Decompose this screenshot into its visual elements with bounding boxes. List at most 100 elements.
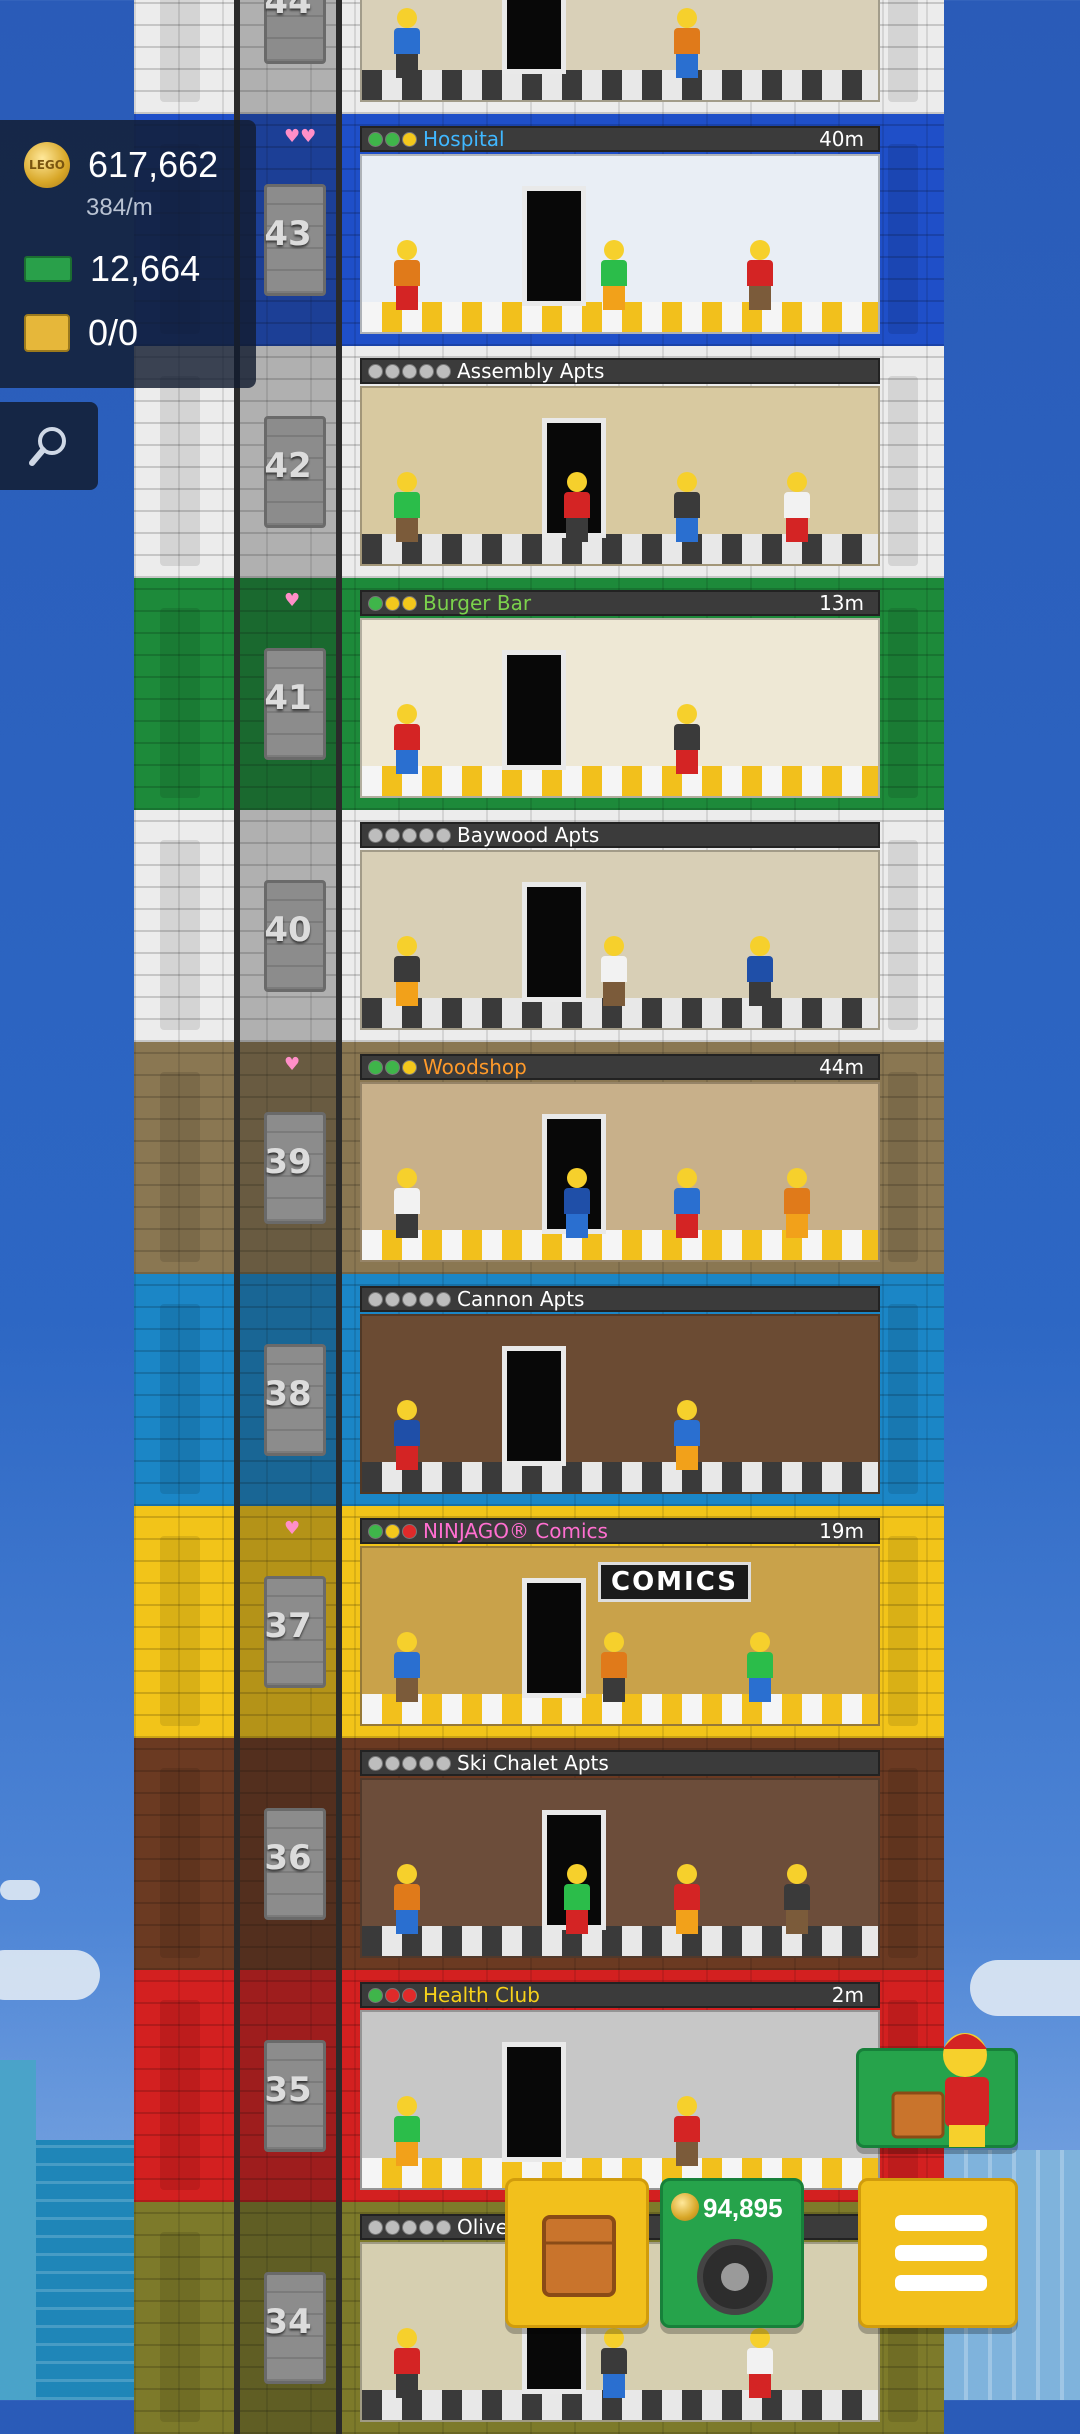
room-timer: 44m [819,1055,864,1079]
status-dot [436,2219,451,2235]
wall-pillar [160,1768,200,1958]
minifigure[interactable] [599,2328,629,2398]
minifigure[interactable] [392,704,422,774]
room[interactable]: NINJAGO® Comics 19m COMICS [360,1518,880,1726]
minifigure[interactable] [392,1632,422,1702]
room-title-bar: Health Club 2m [360,1982,880,2008]
floor-41[interactable]: 41 ♥ Burger Bar 13m [134,578,944,810]
status-dot [402,131,417,147]
room-door [502,0,566,74]
minifigure[interactable] [672,1168,702,1238]
room[interactable]: Piano Apts [360,0,880,102]
minifigure[interactable] [562,472,592,542]
floor-number: 40 [264,910,312,950]
minifigure[interactable] [599,240,629,310]
room-name: Assembly Apts [457,359,605,383]
floor-36[interactable]: 36 Ski Chalet Apts [134,1738,944,1970]
room-scene: COMICS [360,1546,880,1726]
floor-40[interactable]: 40 Baywood Apts [134,810,944,1042]
minifigure[interactable] [745,936,775,1006]
minifigure[interactable] [599,1632,629,1702]
menu-button[interactable] [858,2178,1018,2328]
floor-number: 44 [264,0,312,22]
bux-icon [24,256,72,282]
minifigure[interactable] [672,2096,702,2166]
wall-pillar [160,2232,200,2422]
floor-number: 38 [264,1374,312,1414]
room-timer: 13m [819,591,864,615]
status-dot [402,1523,417,1539]
room-title-bar: Woodshop 44m [360,1054,880,1080]
status-dot [368,2219,383,2235]
wall-pillar [888,608,918,798]
status-dot [402,1987,417,2003]
status-dot [385,1059,400,1075]
minifigure[interactable] [782,1864,812,1934]
wall-pillar [888,1768,918,1958]
vehicle-price: 94,895 [703,2193,783,2223]
status-dot [385,2219,400,2235]
room-scene [360,1778,880,1958]
minifigure[interactable] [392,936,422,1006]
minifigure[interactable] [392,1400,422,1470]
minifigure[interactable] [745,2328,775,2398]
room-scene [360,386,880,566]
minifigure[interactable] [562,1168,592,1238]
search-icon [29,427,66,466]
room[interactable]: Hospital 40m [360,126,880,334]
floor-37[interactable]: 37 ♥ NINJAGO® Comics 19m COMICS [134,1506,944,1738]
minifigure[interactable] [782,472,812,542]
minifigure[interactable] [392,1864,422,1934]
room[interactable]: Baywood Apts [360,822,880,1030]
minifigure[interactable] [392,1168,422,1238]
wall-pillar [888,1536,918,1726]
minifigure[interactable] [392,472,422,542]
minifigure[interactable] [599,936,629,1006]
minifigure[interactable] [782,1168,812,1238]
floor-35[interactable]: 35 Health Club 2m [134,1970,944,2202]
search-button[interactable] [0,402,98,490]
build-button[interactable] [505,2178,649,2328]
minifigure[interactable] [562,1864,592,1934]
minifigure[interactable] [672,1864,702,1934]
minifigure[interactable] [672,704,702,774]
room[interactable]: Burger Bar 13m [360,590,880,798]
minifigure[interactable] [745,240,775,310]
cloud [0,1880,40,1900]
status-dot [419,1755,434,1771]
room[interactable]: Health Club 2m [360,1982,880,2190]
room[interactable]: Assembly Apts [360,358,880,566]
minifigure[interactable] [392,240,422,310]
wall-pillar [160,1536,200,1726]
room-door [502,2042,566,2162]
room[interactable]: Ski Chalet Apts [360,1750,880,1958]
room[interactable]: Woodshop 44m [360,1054,880,1262]
wall-pillar [888,1304,918,1494]
star-dots [368,595,417,611]
cloud [970,1960,1080,2016]
minifigure[interactable] [745,1632,775,1702]
crate-icon [24,314,70,352]
worker-button[interactable] [856,2033,1018,2148]
room-scene [360,1314,880,1494]
floor-39[interactable]: 39 ♥ Woodshop 44m [134,1042,944,1274]
status-dot [402,2219,417,2235]
status-dot [385,131,400,147]
status-dot [402,827,417,843]
status-dot [385,363,400,379]
floor-38[interactable]: 38 Cannon Apts [134,1274,944,1506]
minifigure[interactable] [392,2096,422,2166]
minifigure[interactable] [672,8,702,78]
minifigure[interactable] [672,1400,702,1470]
minifigure[interactable] [672,472,702,542]
minifigure[interactable] [392,8,422,78]
room-scene [360,618,880,798]
vehicle-button[interactable]: 94,895 [660,2178,804,2328]
room[interactable]: Cannon Apts [360,1286,880,1494]
minifigure[interactable] [392,2328,422,2398]
floor-number: 41 [264,678,312,718]
coin-icon [671,2193,699,2221]
floor-44[interactable]: 44 Piano Apts [134,0,944,114]
status-dot [402,1291,417,1307]
status-dot [402,1755,417,1771]
